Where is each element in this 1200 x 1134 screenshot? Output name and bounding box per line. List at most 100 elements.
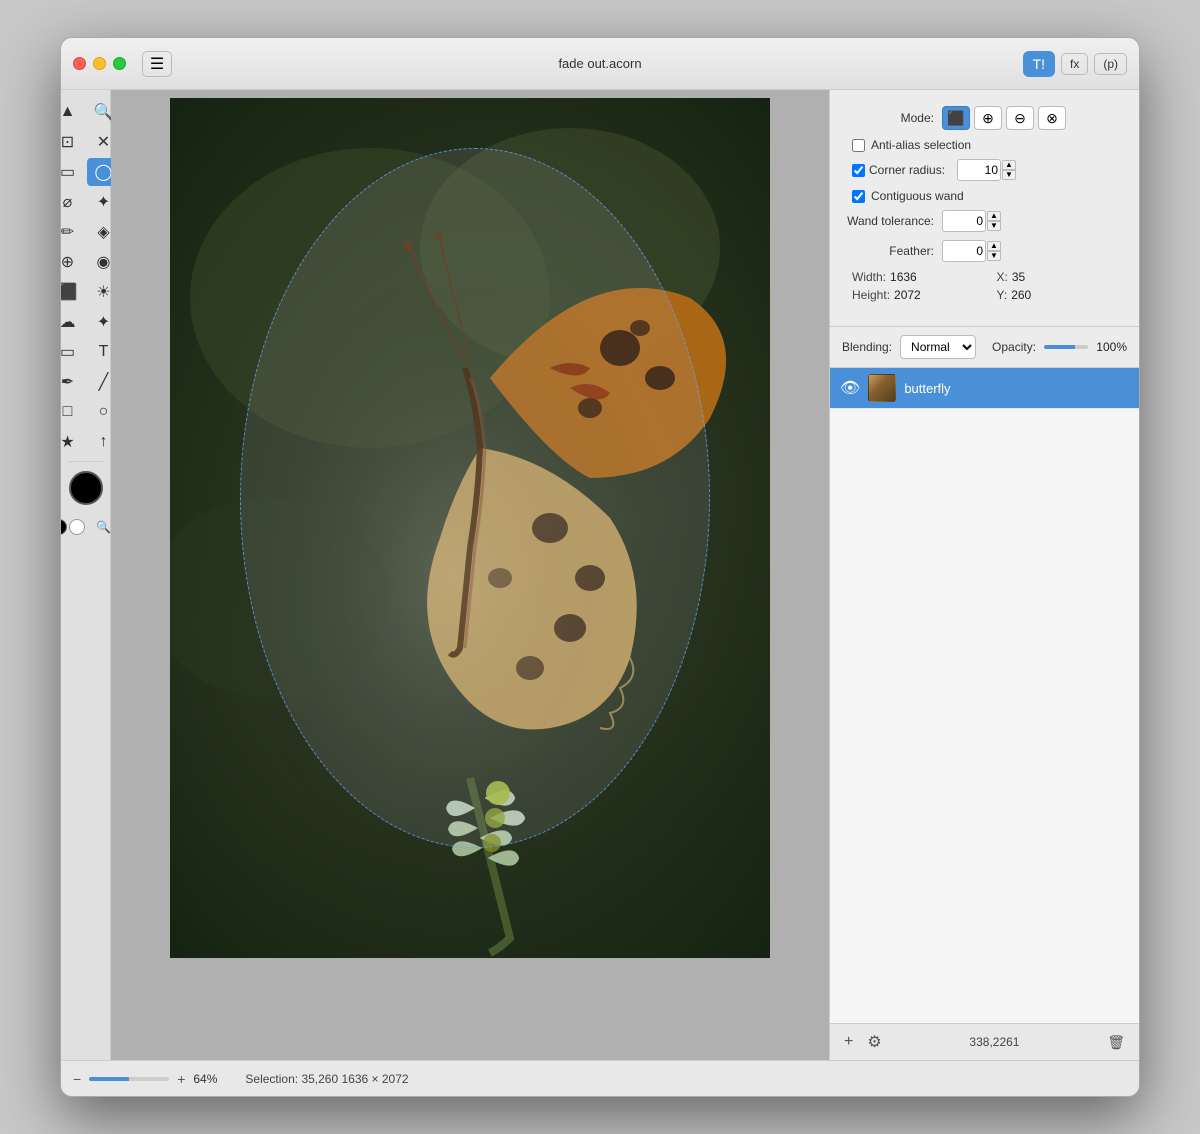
corner-radius-input-group: 10 ▲ ▼	[957, 159, 1016, 181]
blending-label: Blending:	[842, 340, 892, 354]
rect-shape-tool[interactable]: ▭	[61, 338, 85, 366]
height-item: Height: 2072	[852, 288, 981, 302]
width-item: Width: 1636	[852, 270, 981, 284]
zoom-slider[interactable]	[89, 1077, 169, 1081]
opacity-slider[interactable]	[1044, 345, 1088, 349]
canvas-area[interactable]	[111, 90, 829, 1060]
plugin-button[interactable]: (p)	[1094, 53, 1127, 75]
mode-buttons: ⬛ ⊕ ⊖ ⊗	[942, 106, 1066, 130]
width-label: Width:	[852, 270, 886, 284]
y-item: Y: 260	[997, 288, 1126, 302]
tool-divider	[68, 461, 104, 462]
lasso-tool[interactable]: ⌀	[61, 188, 85, 216]
layer-eye-icon[interactable]: 👁	[840, 378, 860, 398]
corner-radius-stepper: ▲ ▼	[1002, 160, 1016, 180]
corner-radius-up[interactable]: ▲	[1002, 160, 1016, 170]
fx-button[interactable]: fx	[1061, 53, 1088, 75]
sidebar-toggle-button[interactable]: ☰	[142, 51, 172, 77]
y-value: 260	[1011, 288, 1031, 302]
stamp-tool[interactable]: ⊕	[61, 248, 85, 276]
text-toolbar-button[interactable]: T!	[1023, 51, 1055, 77]
arrow-tool[interactable]: ▲	[61, 98, 85, 126]
cloud-tool[interactable]: ☁	[61, 308, 85, 336]
titlebar: ☰ fade out.acorn T! fx (p)	[61, 38, 1139, 90]
blending-bar: Blending: Normal Multiply Screen Overlay…	[830, 327, 1139, 368]
zoom-out-button[interactable]: −	[73, 1071, 81, 1087]
wand-tolerance-input-group: 0 ▲ ▼	[942, 210, 1001, 232]
titlebar-right: T! fx (p)	[1023, 51, 1127, 77]
butterfly-svg	[170, 98, 770, 958]
layers-panel: Blending: Normal Multiply Screen Overlay…	[830, 327, 1139, 1060]
layer-name: butterfly	[904, 381, 1129, 396]
corner-radius-row: Corner radius: 10 ▲ ▼	[844, 159, 1125, 181]
pen-tool[interactable]: ✒	[61, 368, 85, 396]
crop-tool[interactable]: ⊡	[61, 128, 85, 156]
gear-button[interactable]: ⚙	[863, 1030, 885, 1054]
minimize-button[interactable]	[93, 57, 106, 70]
traffic-lights	[73, 57, 126, 70]
wand-tolerance-stepper: ▲ ▼	[987, 211, 1001, 231]
opacity-value: 100%	[1096, 340, 1127, 354]
fill-tool[interactable]: ⬛	[61, 278, 85, 306]
brush-tool[interactable]: ✏	[61, 218, 85, 246]
maximize-button[interactable]	[113, 57, 126, 70]
feather-input-group: 0 ▲ ▼	[942, 240, 1001, 262]
delete-layer-button[interactable]: 🗑	[1103, 1032, 1129, 1053]
contiguous-wand-checkbox[interactable]	[852, 190, 865, 203]
feather-down[interactable]: ▼	[987, 251, 1001, 261]
corner-radius-down[interactable]: ▼	[1002, 170, 1016, 180]
width-value: 1636	[890, 270, 917, 284]
wand-tolerance-input[interactable]: 0	[942, 210, 986, 232]
mode-replace-btn[interactable]: ⬛	[942, 106, 970, 130]
feather-row: Feather: 0 ▲ ▼	[844, 240, 1125, 262]
canvas-image	[170, 98, 770, 958]
corner-radius-label: Corner radius:	[869, 163, 949, 177]
corner-radius-checkbox[interactable]	[852, 164, 865, 177]
x-label: X:	[997, 270, 1008, 284]
mode-intersect-btn[interactable]: ⊗	[1038, 106, 1066, 130]
corner-radius-input[interactable]: 10	[957, 159, 1001, 181]
contiguous-wand-label: Contiguous wand	[871, 189, 964, 203]
star-tool[interactable]: ★	[61, 428, 85, 456]
blending-select[interactable]: Normal Multiply Screen Overlay	[900, 335, 976, 359]
contiguous-row: Contiguous wand	[844, 189, 1125, 203]
rect-select-tool[interactable]: ▭	[61, 158, 85, 186]
rect-path-tool[interactable]: □	[61, 398, 85, 426]
main-content: ▲ 🔍 ⊡ ✕ ▭ ◯ ⌀ ✦ ✏ ◈ ⊕ ◉	[61, 90, 1139, 1060]
wand-tolerance-up[interactable]: ▲	[987, 211, 1001, 221]
status-bar: − + 64% Selection: 35,260 1636 × 2072	[61, 1060, 1139, 1096]
dimensions-grid: Width: 1636 X: 35 Height: 2072 Y: 260	[844, 270, 1125, 302]
anti-alias-label: Anti-alias selection	[871, 138, 971, 152]
zoom-in-button[interactable]: +	[177, 1071, 185, 1087]
foreground-color[interactable]	[69, 471, 103, 505]
feather-stepper: ▲ ▼	[987, 241, 1001, 261]
wand-tolerance-down[interactable]: ▼	[987, 221, 1001, 231]
sidebar-icon: ☰	[150, 54, 164, 74]
selection-info: Selection: 35,260 1636 × 2072	[245, 1072, 408, 1086]
wand-tolerance-row: Wand tolerance: 0 ▲ ▼	[844, 210, 1125, 232]
height-value: 2072	[894, 288, 921, 302]
mode-label: Mode:	[844, 111, 934, 125]
x-value: 35	[1012, 270, 1025, 284]
black-swatch[interactable]	[61, 519, 67, 535]
main-window: ☰ fade out.acorn T! fx (p) ▲ 🔍 ⊡ ✕ ▭ ◯	[60, 37, 1140, 1097]
close-button[interactable]	[73, 57, 86, 70]
opacity-label: Opacity:	[992, 340, 1036, 354]
layers-list[interactable]: 👁 butterfly	[830, 368, 1139, 1023]
add-layer-button[interactable]: +	[840, 1031, 857, 1053]
anti-alias-checkbox[interactable]	[852, 139, 865, 152]
mode-add-btn[interactable]: ⊕	[974, 106, 1002, 130]
zoom-level: 64%	[193, 1072, 217, 1086]
x-item: X: 35	[997, 270, 1126, 284]
white-swatch[interactable]	[69, 519, 85, 535]
height-label: Height:	[852, 288, 890, 302]
layer-butterfly[interactable]: 👁 butterfly	[830, 368, 1139, 409]
window-title: fade out.acorn	[558, 56, 641, 71]
wand-tolerance-label: Wand tolerance:	[844, 214, 934, 228]
mode-row: Mode: ⬛ ⊕ ⊖ ⊗	[844, 106, 1125, 130]
feather-input[interactable]: 0	[942, 240, 986, 262]
layer-thumbnail	[868, 374, 896, 402]
feather-up[interactable]: ▲	[987, 241, 1001, 251]
mode-subtract-btn[interactable]: ⊖	[1006, 106, 1034, 130]
left-toolbar: ▲ 🔍 ⊡ ✕ ▭ ◯ ⌀ ✦ ✏ ◈ ⊕ ◉	[61, 90, 111, 1060]
